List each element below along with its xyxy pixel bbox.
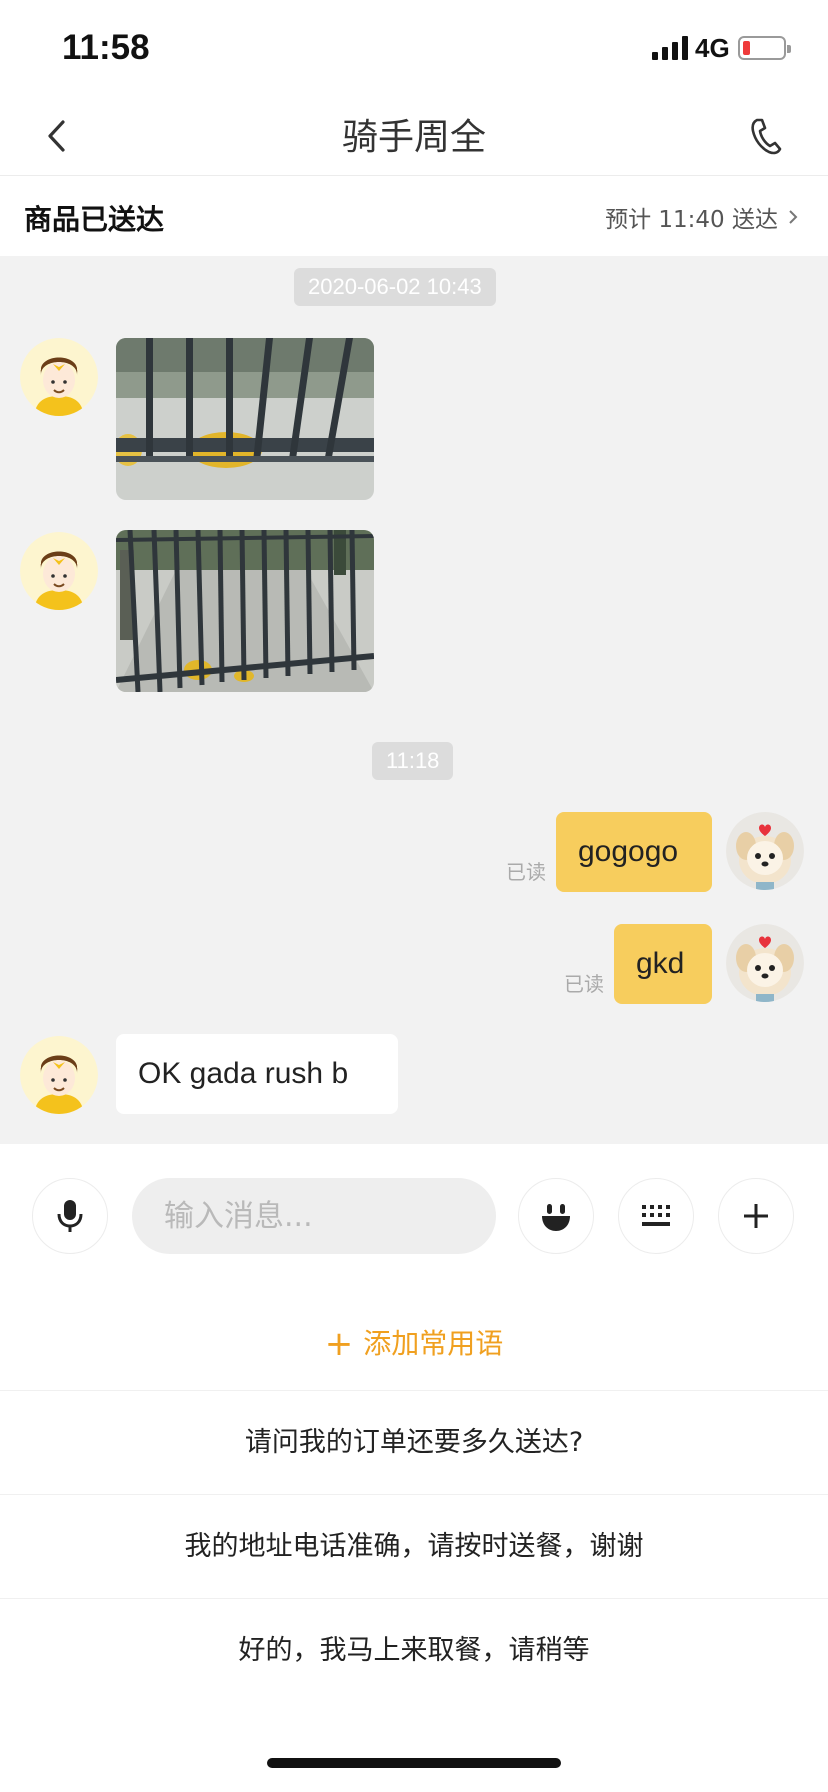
timestamp: 11:18 <box>372 742 454 780</box>
more-button[interactable] <box>718 1178 794 1254</box>
emoji-button[interactable] <box>518 1178 594 1254</box>
quick-phrases-panel: + 添加常用语 请问我的订单还要多久送达? 我的地址电话准确，请按时送餐，谢谢 好… <box>0 1286 828 1792</box>
emoji-icon <box>542 1204 570 1231</box>
rider-avatar[interactable] <box>20 532 98 610</box>
timestamp: 2020-06-02 10:43 <box>294 268 496 306</box>
outgoing-message[interactable]: gogogo <box>556 812 712 892</box>
read-status: 已读 <box>564 972 604 996</box>
phone-icon <box>751 118 782 155</box>
photo-message[interactable] <box>116 338 374 500</box>
quick-phrase-item[interactable]: 我的地址电话准确，请按时送餐，谢谢 <box>0 1494 828 1598</box>
incoming-message[interactable]: OK gada rush b <box>116 1034 398 1114</box>
nav-bar: 骑手周全 <box>0 96 828 176</box>
rider-avatar[interactable] <box>20 338 98 416</box>
signal-icon <box>652 36 688 60</box>
add-phrase-label: 添加常用语 <box>363 1327 504 1360</box>
user-avatar[interactable] <box>726 812 804 890</box>
status-bar: 11:58 4G <box>0 0 828 96</box>
input-toolbar <box>0 1144 828 1286</box>
page-title: 骑手周全 <box>341 117 486 158</box>
chat-area[interactable]: 2020-06-02 10:43 11:18 已读 gogogo 已读 gkd … <box>0 256 828 1144</box>
quick-phrase-item[interactable]: 请问我的订单还要多久送达? <box>0 1390 828 1494</box>
network-label: 4G <box>695 33 730 63</box>
status-time: 11:58 <box>62 28 150 67</box>
battery-icon <box>738 36 791 60</box>
order-eta[interactable]: 预计 11:40 送达 <box>605 200 798 234</box>
eta-text: 预计 11:40 送达 <box>605 207 778 233</box>
message-input[interactable] <box>132 1178 496 1254</box>
chevron-right-icon <box>789 210 798 224</box>
order-status-bar[interactable]: 商品已送达 预计 11:40 送达 <box>0 176 828 256</box>
keyboard-icon <box>642 1205 670 1226</box>
outgoing-message[interactable]: gkd <box>614 924 712 1004</box>
call-button[interactable] <box>744 112 788 160</box>
plus-icon <box>744 1204 768 1228</box>
add-phrase-button[interactable]: + 添加常用语 <box>0 1322 828 1364</box>
microphone-icon <box>57 1200 83 1232</box>
keyboard-button[interactable] <box>618 1178 694 1254</box>
quick-phrase-item[interactable]: 好的，我马上来取餐，请稍等 <box>0 1598 828 1702</box>
user-avatar[interactable] <box>726 924 804 1002</box>
plus-icon: + <box>324 1324 354 1364</box>
photo-message[interactable] <box>116 530 374 692</box>
order-status: 商品已送达 <box>24 203 165 236</box>
voice-button[interactable] <box>32 1178 108 1254</box>
read-status: 已读 <box>506 860 546 884</box>
rider-avatar[interactable] <box>20 1036 98 1114</box>
home-indicator[interactable] <box>267 1758 561 1768</box>
